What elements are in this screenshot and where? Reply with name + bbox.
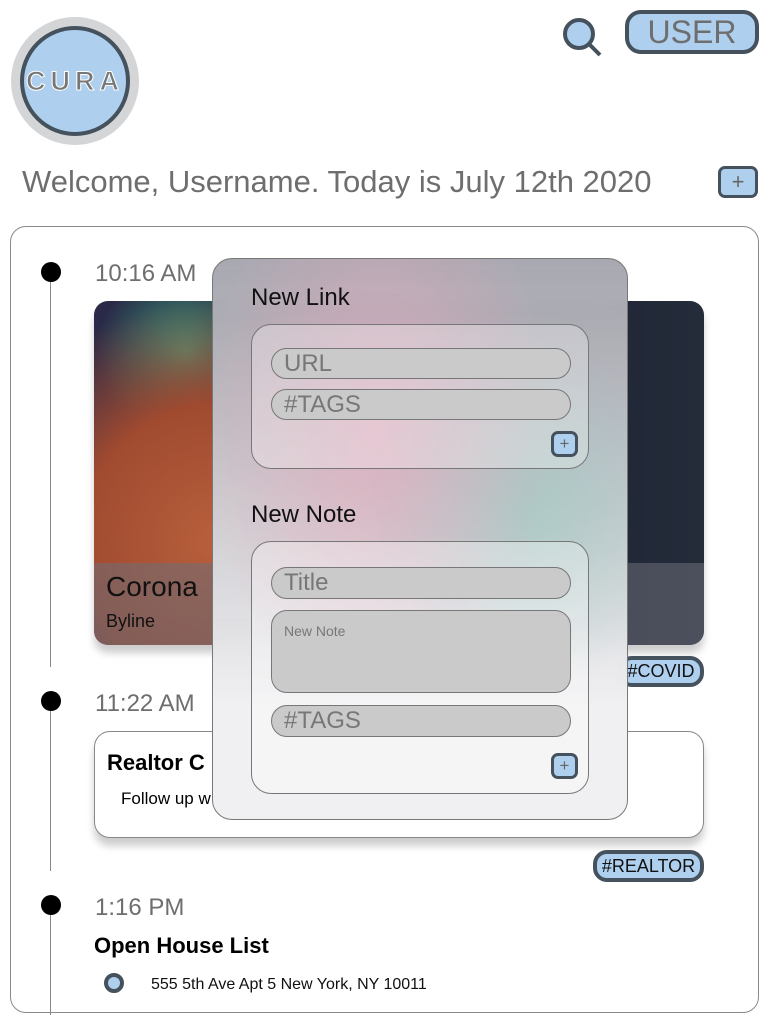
timeline-dot (41, 895, 61, 915)
user-button[interactable]: USER (625, 10, 759, 54)
entry-time: 11:22 AM (95, 690, 195, 717)
add-note-button[interactable]: + (551, 753, 578, 779)
timeline-dot (41, 691, 61, 711)
new-link-heading: New Link (251, 284, 350, 311)
timeline-line (50, 701, 51, 871)
new-link-panel: URL #TAGS + (251, 324, 589, 469)
tag-badge[interactable]: #COVID (618, 656, 704, 687)
article-byline: Byline (106, 611, 156, 631)
list-bullet-icon[interactable] (104, 973, 124, 993)
welcome-text: Welcome, Username. Today is July 12th 20… (22, 164, 652, 199)
tag-badge[interactable]: #REALTOR (593, 850, 704, 882)
url-input[interactable]: URL (271, 348, 571, 379)
new-item-modal: New Link URL #TAGS + New Note Title New … (212, 258, 628, 820)
note-body: Follow up w (121, 789, 211, 808)
timeline-line (50, 905, 51, 1015)
note-title-input[interactable]: Title (271, 567, 571, 599)
entry-time: 10:16 AM (95, 260, 197, 287)
note-title: Realtor C (107, 750, 205, 775)
search-icon[interactable] (560, 16, 606, 58)
list-item[interactable]: 555 5th Ave Apt 5 New York, NY 10011 (151, 976, 427, 994)
new-note-panel: Title New Note #TAGS + (251, 541, 589, 794)
note-tags-input[interactable]: #TAGS (271, 705, 571, 737)
add-link-button[interactable]: + (551, 431, 578, 457)
note-body-textarea[interactable]: New Note (271, 610, 571, 693)
timeline-dot (41, 262, 61, 282)
new-note-heading: New Note (251, 501, 357, 528)
list-title: Open House List (94, 933, 269, 958)
link-tags-input[interactable]: #TAGS (271, 389, 571, 420)
timeline-line (50, 272, 51, 667)
logo: CURA (11, 17, 139, 145)
article-title: Corona (106, 571, 198, 602)
add-button[interactable]: + (718, 166, 758, 198)
entry-time: 1:16 PM (95, 894, 185, 921)
